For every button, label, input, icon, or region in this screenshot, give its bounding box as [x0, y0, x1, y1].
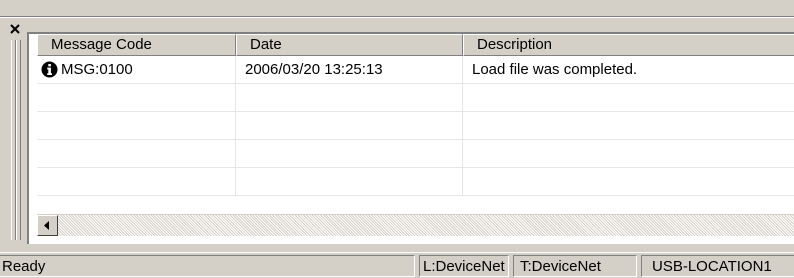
empty-cell [236, 84, 463, 112]
message-list[interactable]: Message Code Date Description MSG:0100 2… [27, 32, 794, 244]
message-code-cell: MSG:0100 [37, 56, 236, 84]
table-row [37, 84, 794, 112]
status-local-network: L:DeviceNet [419, 255, 509, 277]
table-row[interactable]: MSG:0100 2006/03/20 13:25:13 Load file w… [37, 56, 794, 84]
list-header: Message Code Date Description [37, 34, 794, 56]
empty-cell [37, 168, 236, 196]
empty-cell [236, 168, 463, 196]
status-connection-location: USB-LOCATION1 [641, 255, 794, 277]
description-cell: Load file was completed. [463, 56, 794, 84]
column-header-message-code[interactable]: Message Code [37, 34, 236, 56]
empty-cell [37, 112, 236, 140]
status-bar: Ready L:DeviceNet T:DeviceNet USB-LOCATI… [0, 252, 794, 278]
column-header-description[interactable]: Description [463, 34, 794, 56]
horizontal-scrollbar[interactable] [37, 214, 794, 236]
column-header-date[interactable]: Date [236, 34, 463, 56]
scroll-left-arrow-icon [44, 221, 49, 230]
close-icon[interactable] [10, 24, 20, 34]
table-row [37, 168, 794, 196]
message-code-text: MSG:0100 [61, 61, 133, 78]
info-icon [41, 61, 58, 78]
scroll-left-button[interactable] [37, 215, 58, 236]
empty-cell [463, 168, 794, 196]
status-target-network: T:DeviceNet [513, 255, 637, 277]
empty-cell [463, 84, 794, 112]
table-row [37, 112, 794, 140]
status-ready: Ready [0, 255, 415, 277]
empty-cell [37, 84, 236, 112]
date-cell: 2006/03/20 13:25:13 [236, 56, 463, 84]
empty-cell [463, 112, 794, 140]
empty-cell [236, 140, 463, 168]
table-row [37, 140, 794, 168]
empty-cell [37, 140, 236, 168]
dock-grip-secondary[interactable] [16, 40, 21, 240]
scroll-track[interactable] [58, 215, 794, 236]
empty-cell [236, 112, 463, 140]
top-divider [0, 0, 794, 17]
empty-cell [463, 140, 794, 168]
